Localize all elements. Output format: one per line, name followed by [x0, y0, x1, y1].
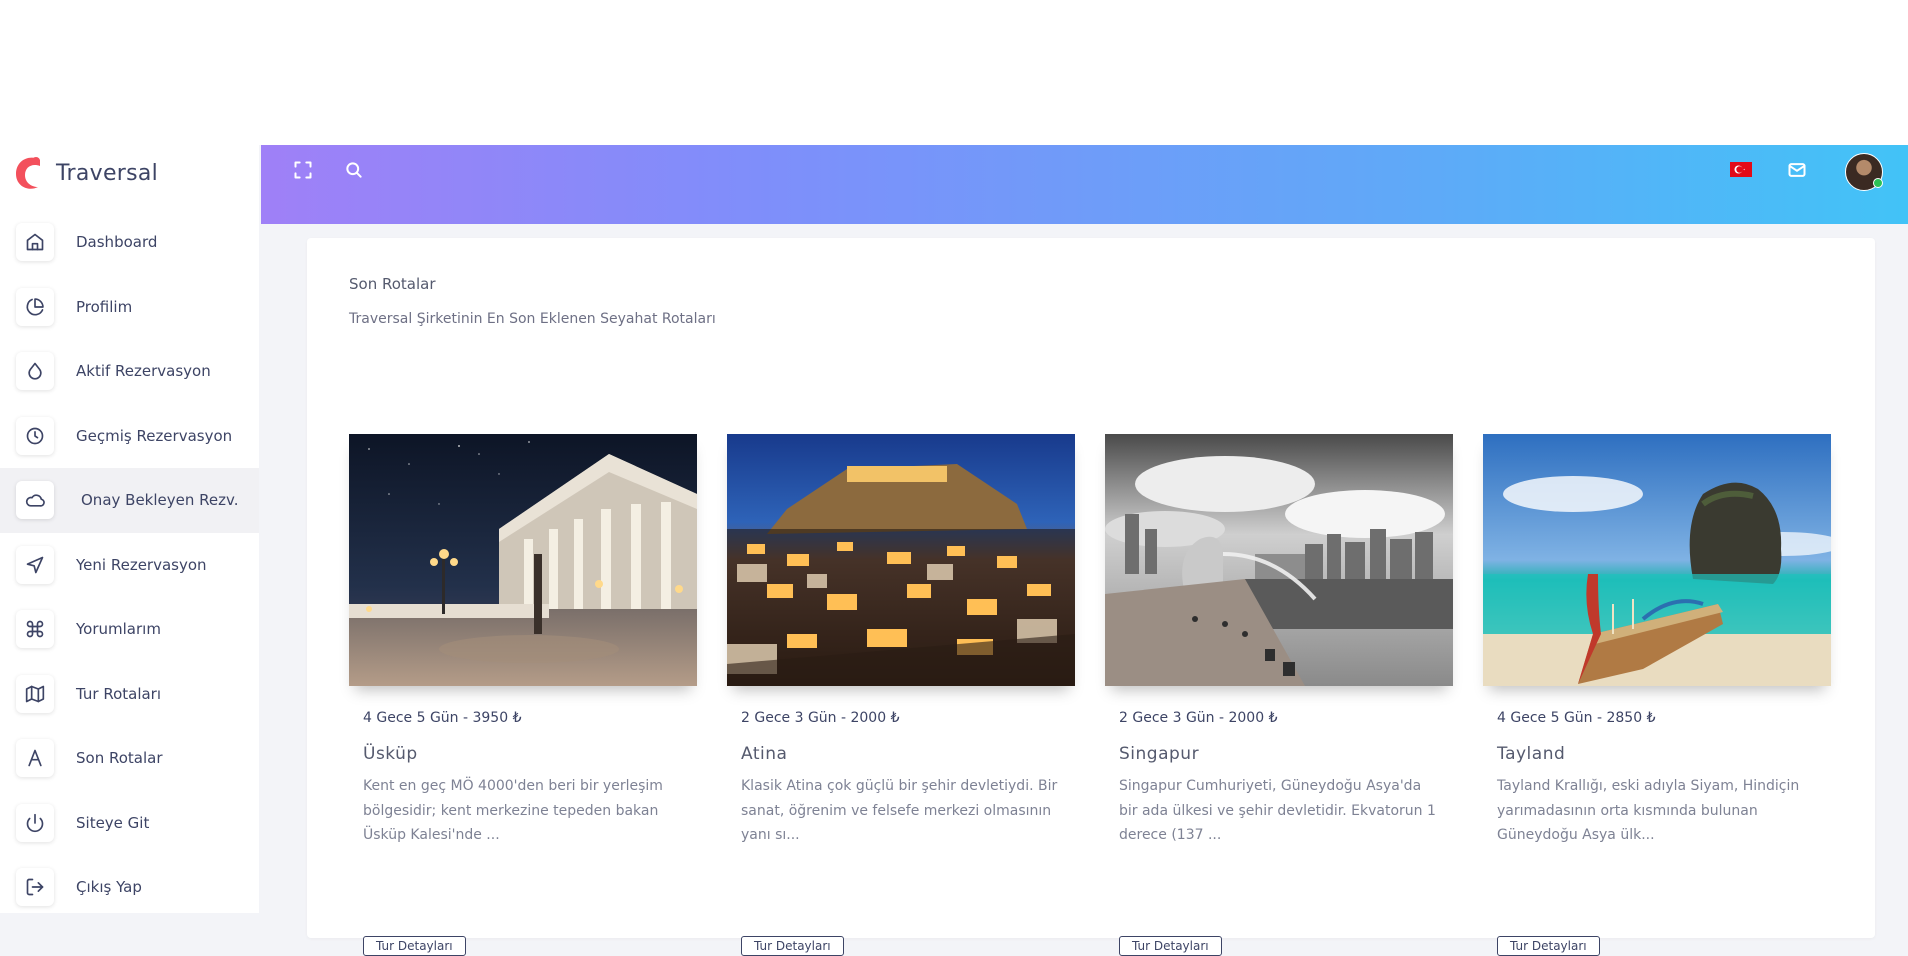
sidebar-item-label: Aktif Rezervasyon: [76, 362, 211, 381]
tour-image-singapur[interactable]: [1105, 434, 1453, 686]
power-icon: [16, 803, 54, 842]
tour-name: Singapur: [1119, 744, 1200, 764]
logout-icon: [16, 868, 54, 907]
droplet-icon: [16, 352, 54, 391]
tour-card: 2 Gece 3 Gün - 2000 ₺ Atina Klasik Atina…: [727, 434, 1075, 956]
sidebar-item-label: Yeni Rezervasyon: [76, 555, 207, 574]
sidebar-item-siteye-git[interactable]: Siteye Git: [0, 791, 259, 856]
command-icon: [16, 610, 54, 649]
sidebar-item-yorumlarim[interactable]: Yorumlarım: [0, 597, 259, 662]
fullscreen-icon[interactable]: [291, 158, 315, 182]
tour-description: Klasik Atina çok güçlü bir şehir devleti…: [741, 778, 1058, 843]
tour-details-button[interactable]: Tur Detayları: [1497, 936, 1600, 956]
sidebar-item-label: Son Rotalar: [76, 749, 163, 768]
avatar[interactable]: [1845, 153, 1883, 191]
sidebar-item-cikis-yap[interactable]: Çıkış Yap: [0, 855, 259, 920]
sidebar-item-gecmis-rezervasyon[interactable]: Geçmiş Rezervasyon: [0, 404, 259, 469]
brand-logo-icon: [16, 157, 40, 189]
sidebar-item-onay-bekleyen[interactable]: Onay Bekleyen Rezv.: [0, 468, 259, 533]
sidebar-item-tur-rotalari[interactable]: Tur Rotaları: [0, 662, 259, 727]
tour-image-atina[interactable]: [727, 434, 1075, 686]
tour-name: Atina: [741, 744, 788, 764]
clock-icon: [16, 416, 54, 455]
sidebar-item-label: Tur Rotaları: [76, 684, 162, 703]
sidebar-item-label: Geçmiş Rezervasyon: [76, 426, 233, 445]
sidebar-item-label: Onay Bekleyen Rezv.: [81, 491, 239, 510]
page-subtitle: Traversal Şirketinin En Son Eklenen Seya…: [349, 311, 716, 327]
sidebar-item-profilim[interactable]: Profilim: [0, 275, 259, 340]
cloud-icon: [16, 481, 54, 520]
sidebar-item-label: Dashboard: [76, 233, 158, 252]
sidebar-item-aktif-rezervasyon[interactable]: Aktif Rezervasyon: [0, 339, 259, 404]
brand-name: Traversal: [56, 160, 159, 186]
tour-image-uskup[interactable]: [349, 434, 697, 686]
latest-routes-card: Son Rotalar Traversal Şirketinin En Son …: [307, 238, 1875, 956]
tour-description: Singapur Cumhuriyeti, Güneydoğu Asya'da …: [1119, 778, 1436, 843]
tour-card: 4 Gece 5 Gün - 2850 ₺ Tayland Tayland Kr…: [1483, 434, 1831, 956]
top-blank-area: [0, 0, 1908, 145]
tour-image-tayland[interactable]: [1483, 434, 1831, 686]
navigation-icon: [16, 545, 54, 584]
sidebar-item-label: Siteye Git: [76, 813, 150, 832]
header-bar: [261, 145, 1908, 224]
sidebar-item-yeni-rezervasyon[interactable]: Yeni Rezervasyon: [0, 533, 259, 598]
sidebar-item-dashboard[interactable]: Dashboard: [0, 210, 259, 275]
tour-card: 2 Gece 3 Gün - 2000 ₺ Singapur Singapur …: [1105, 434, 1453, 956]
tour-meta: 4 Gece 5 Gün - 2850 ₺: [1497, 710, 1656, 726]
tour-description: Tayland Krallığı, eski adıyla Siyam, Hin…: [1497, 778, 1800, 843]
sidebar-item-label: Yorumlarım: [76, 620, 161, 639]
mail-icon[interactable]: [1785, 158, 1809, 182]
tour-name: Üsküp: [363, 744, 418, 764]
brand[interactable]: Traversal: [12, 151, 158, 195]
tour-details-button[interactable]: Tur Detayları: [1119, 936, 1222, 956]
tour-card: 4 Gece 5 Gün - 3950 ₺ Üsküp Kent en geç …: [349, 434, 697, 956]
sidebar-nav: Dashboard Profilim Aktif Rezervasyon Geç…: [0, 210, 259, 920]
triangle-a-icon: [16, 739, 54, 778]
pie-chart-icon: [16, 287, 54, 326]
tour-meta: 4 Gece 5 Gün - 3950 ₺: [363, 710, 522, 726]
online-status-dot: [1873, 178, 1883, 188]
map-icon: [16, 674, 54, 713]
tour-description: Kent en geç MÖ 4000'den beri bir yerleşi…: [363, 778, 663, 843]
sidebar-item-label: Profilim: [76, 297, 133, 316]
search-icon[interactable]: [342, 158, 366, 182]
home-icon: [16, 223, 54, 262]
tour-name: Tayland: [1497, 744, 1566, 764]
page-title: Son Rotalar: [349, 275, 436, 293]
sidebar: Traversal Dashboard Profilim Aktif Rezer…: [0, 145, 259, 913]
turkey-flag-icon[interactable]: [1730, 162, 1752, 177]
tour-details-button[interactable]: Tur Detayları: [741, 936, 844, 956]
tour-details-button[interactable]: Tur Detayları: [363, 936, 466, 956]
sidebar-item-son-rotalar[interactable]: Son Rotalar: [0, 726, 259, 791]
tour-meta: 2 Gece 3 Gün - 2000 ₺: [741, 710, 900, 726]
sidebar-item-label: Çıkış Yap: [76, 878, 142, 897]
tour-meta: 2 Gece 3 Gün - 2000 ₺: [1119, 710, 1278, 726]
